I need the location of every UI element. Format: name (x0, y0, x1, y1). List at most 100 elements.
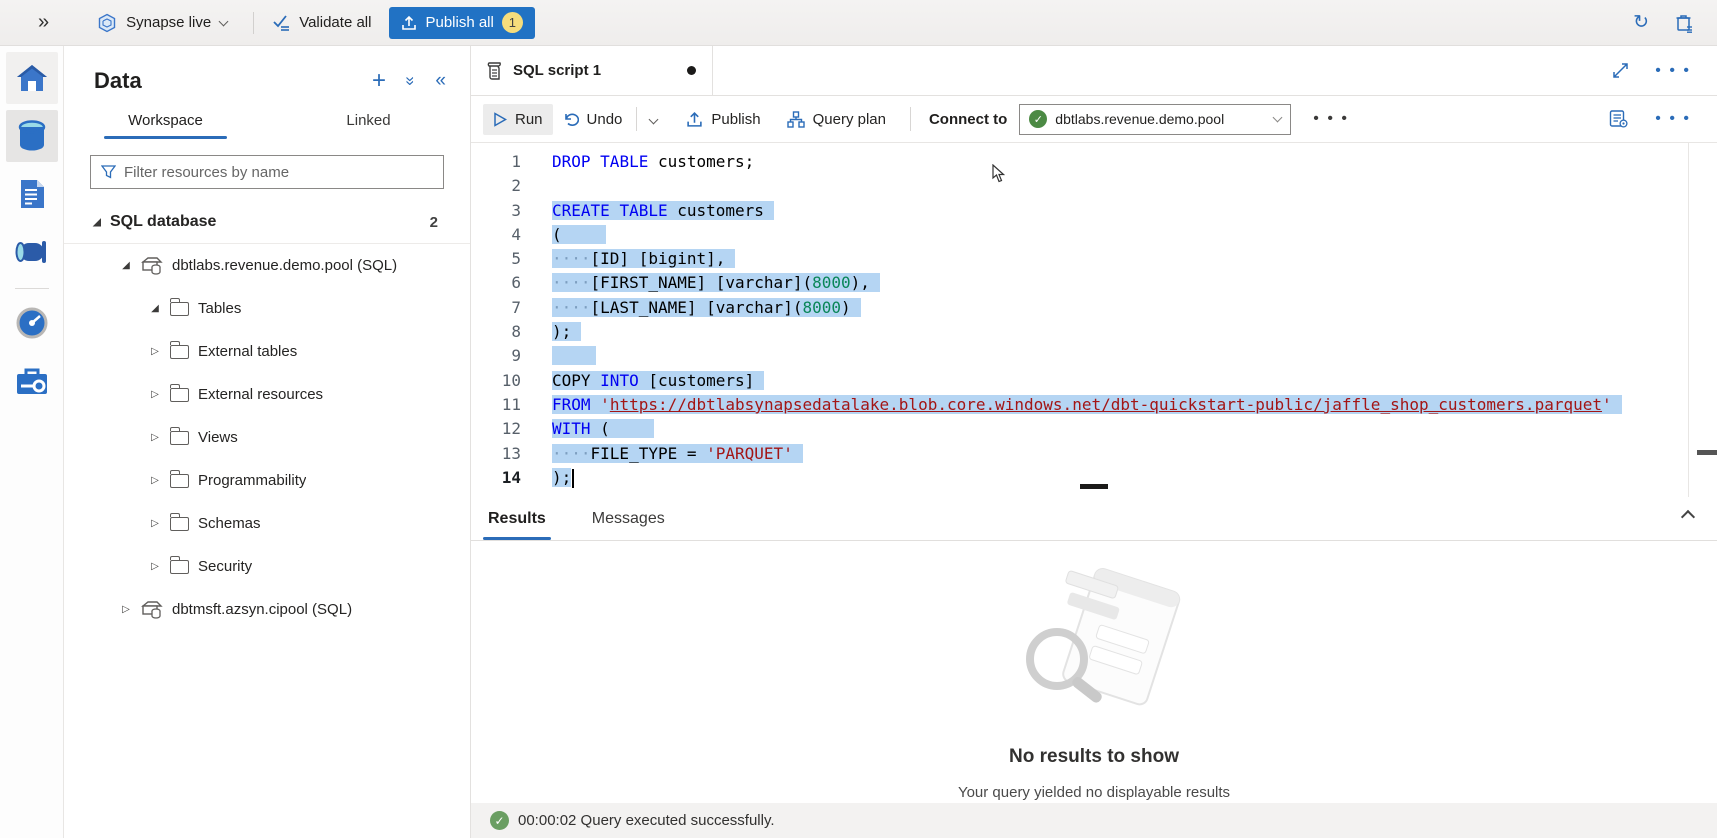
line-number: 3 (471, 199, 540, 223)
code-line-8[interactable]: 8); (471, 320, 1717, 344)
develop-icon (17, 178, 47, 210)
rail-item-develop[interactable] (6, 168, 58, 220)
tree-item-dbtlabs-revenue-demo-pool-sql[interactable]: ◢dbtlabs.revenue.demo.pool (SQL) (64, 244, 470, 287)
editor-scrollbar-track (1688, 143, 1689, 543)
connection-chevron-icon (1273, 113, 1283, 123)
filter-resources-input[interactable] (124, 164, 433, 181)
tab-workspace[interactable]: Workspace (64, 112, 267, 139)
no-results-empty-state: No results to show Your query yielded no… (471, 567, 1717, 801)
line-content: ( (540, 223, 606, 247)
expand-node-icon[interactable]: ▷ (148, 561, 162, 572)
code-line-7[interactable]: 7····[LAST_NAME] [varchar](8000) (471, 296, 1717, 320)
code-line-9[interactable]: 9 (471, 344, 1717, 368)
collapse-node-icon[interactable]: ◢ (90, 217, 104, 228)
code-line-2[interactable]: 2 (471, 174, 1717, 198)
line-number: 2 (471, 174, 540, 198)
publish-button[interactable]: Publish (676, 104, 770, 135)
rail-item-monitor[interactable] (6, 297, 58, 349)
expand-node-icon[interactable]: ▷ (119, 604, 133, 615)
folder-icon (170, 560, 189, 574)
line-content: ); (540, 466, 574, 490)
rail-item-integrate[interactable] (6, 226, 58, 278)
connect-to-label: Connect to (929, 111, 1007, 128)
expand-node-icon[interactable]: ▷ (148, 475, 162, 486)
run-options-chevron-icon[interactable] (641, 103, 666, 135)
line-number: 9 (471, 344, 540, 368)
code-line-10[interactable]: 10COPY INTO [customers] (471, 369, 1717, 393)
left-nav-rail (0, 46, 64, 838)
rail-item-data[interactable] (6, 110, 58, 162)
line-number: 6 (471, 271, 540, 295)
code-line-1[interactable]: 1DROP TABLE customers; (471, 150, 1717, 174)
expand-panel-icon[interactable]: » (38, 11, 49, 34)
rail-item-manage[interactable] (6, 355, 58, 407)
tab-linked[interactable]: Linked (267, 112, 470, 139)
expand-node-icon[interactable]: ▷ (148, 346, 162, 357)
trash-icon[interactable] (1675, 13, 1693, 33)
code-line-6[interactable]: 6····[FIRST_NAME] [varchar](8000), (471, 271, 1717, 295)
mode-selector[interactable]: Synapse live (97, 13, 227, 33)
tree-item-programmability[interactable]: ▷Programmability (64, 459, 470, 502)
collapse-results-icon[interactable] (1683, 509, 1693, 527)
editor-vertical-scrollbar-thumb[interactable] (1697, 450, 1717, 455)
no-results-subtitle: Your query yielded no displayable result… (471, 784, 1717, 801)
editor-horizontal-scrollbar-thumb[interactable] (1080, 484, 1108, 489)
expand-node-icon[interactable]: ▷ (148, 432, 162, 443)
collapse-node-icon[interactable]: ◢ (148, 303, 162, 314)
expand-editor-icon[interactable] (1612, 62, 1629, 79)
expand-node-icon[interactable]: ▷ (148, 518, 162, 529)
rail-item-home[interactable] (6, 52, 58, 104)
tab-sql-script-1[interactable]: SQL script 1 (471, 46, 713, 95)
tree-item-dbtmsft-azsyn-cipool-sql[interactable]: ▷dbtmsft.azsyn.cipool (SQL) (64, 588, 470, 631)
data-icon (18, 120, 46, 152)
filter-resources-box (90, 155, 444, 189)
refresh-icon[interactable]: ↻ (1633, 11, 1649, 34)
tab-messages[interactable]: Messages (587, 510, 670, 540)
tree-item-external-resources[interactable]: ▷External resources (64, 373, 470, 416)
query-plan-label: Query plan (813, 111, 886, 128)
folder-icon (170, 302, 189, 316)
connection-dropdown[interactable]: ✓ dbtlabs.revenue.demo.pool (1019, 104, 1291, 135)
tree-item-sql-database[interactable]: ◢SQL database2 (64, 201, 470, 244)
tree-item-schemas[interactable]: ▷Schemas (64, 502, 470, 545)
tree-item-views[interactable]: ▷Views (64, 416, 470, 459)
code-line-12[interactable]: 12WITH ( (471, 417, 1717, 441)
validate-icon (272, 14, 291, 31)
properties-icon[interactable] (1609, 109, 1629, 129)
publish-all-button[interactable]: Publish all 1 (389, 7, 534, 39)
code-line-11[interactable]: 11FROM 'https://dbtlabsynapsedatalake.bl… (471, 393, 1717, 417)
double-chevron-down-icon[interactable]: » (401, 76, 421, 85)
code-line-3[interactable]: 3CREATE TABLE customers (471, 199, 1717, 223)
tree-item-external-tables[interactable]: ▷External tables (64, 330, 470, 373)
line-content (540, 344, 596, 368)
tab-results[interactable]: Results (483, 510, 551, 540)
query-status-text: 00:00:02 Query executed successfully. (518, 812, 775, 829)
tabrow-more-icon[interactable]: • • • (1655, 62, 1691, 80)
database-icon (141, 256, 163, 276)
tree-item-tables[interactable]: ◢Tables (64, 287, 470, 330)
code-line-5[interactable]: 5····[ID] [bigint], (471, 247, 1717, 271)
line-content: ····[LAST_NAME] [varchar](8000) (540, 296, 861, 320)
undo-label: Undo (587, 111, 623, 128)
add-resource-icon[interactable]: + (372, 69, 386, 93)
tree-item-security[interactable]: ▷Security (64, 545, 470, 588)
undo-button[interactable]: Undo (553, 104, 633, 135)
collapse-panel-icon[interactable]: « (435, 70, 446, 92)
line-content (540, 174, 552, 198)
line-number: 7 (471, 296, 540, 320)
publish-label: Publish (711, 111, 760, 128)
code-editor[interactable]: 1DROP TABLE customers;23CREATE TABLE cus… (471, 143, 1717, 543)
query-plan-button[interactable]: Query plan (777, 104, 896, 135)
validate-all-button[interactable]: Validate all (272, 14, 371, 31)
toolbar-far-more-icon[interactable]: • • • (1655, 110, 1691, 128)
code-line-4[interactable]: 4( (471, 223, 1717, 247)
run-button[interactable]: Run (483, 104, 553, 135)
toolbar-divider (636, 107, 637, 131)
code-line-13[interactable]: 13····FILE_TYPE = 'PARQUET' (471, 442, 1717, 466)
folder-icon (170, 431, 189, 445)
synapse-logo-icon (97, 13, 117, 33)
data-panel-title: Data (94, 68, 142, 94)
collapse-node-icon[interactable]: ◢ (119, 260, 133, 271)
expand-node-icon[interactable]: ▷ (148, 389, 162, 400)
toolbar-more-icon[interactable]: • • • (1313, 110, 1349, 128)
